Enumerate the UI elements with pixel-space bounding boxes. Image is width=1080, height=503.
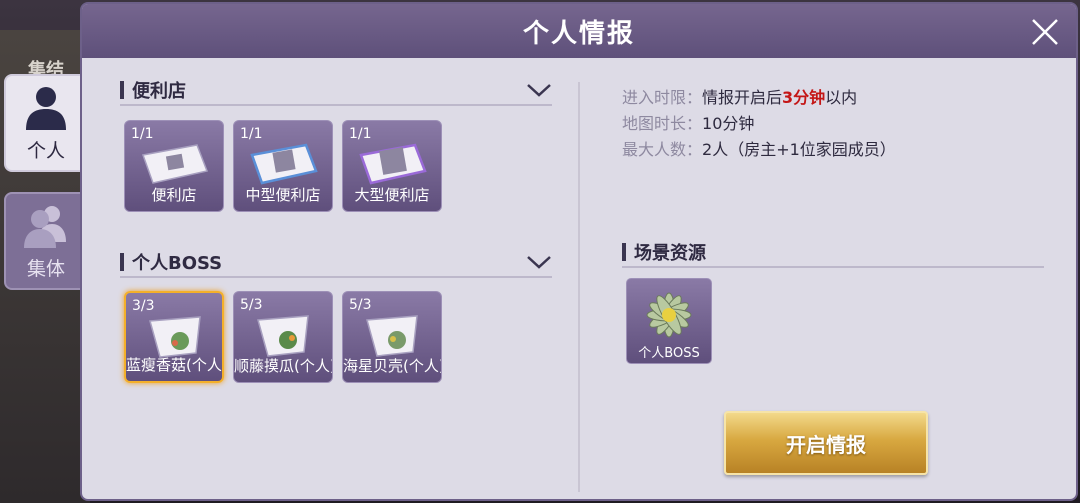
card-count: 5/3: [240, 297, 263, 313]
section-store-title: 便利店: [132, 81, 186, 102]
info-label: 最大人数：: [622, 140, 703, 159]
card-name: 便利店: [151, 186, 197, 204]
card-boss-mushroom[interactable]: 3/3 蓝瘦香菇(个人): [124, 291, 224, 383]
card-name: 海星贝壳(个人): [343, 357, 442, 375]
info-label: 地图时长：: [622, 114, 703, 133]
ticket-icon: [250, 143, 318, 185]
card-count: 1/1: [349, 126, 372, 142]
card-store-medium[interactable]: 1/1 中型便利店: [233, 120, 333, 212]
info-entry-time: 进入时限：情报开启后3分钟以内: [622, 84, 857, 108]
tab-personal-label: 个人: [26, 139, 65, 162]
chevron-down-icon[interactable]: [526, 254, 552, 270]
boss-ticket-icon: [257, 315, 309, 357]
panel-header: 个人情报: [82, 4, 1076, 58]
person-icon: [26, 86, 66, 130]
section-marker: [622, 243, 626, 261]
card-name: 顺藤摸瓜(个人): [234, 357, 333, 375]
intel-panel: 个人情报 便利店 1/1 便利店 1/1 中型便利店 1/1 大型便利店 个人B…: [82, 4, 1076, 499]
section-boss-title: 个人BOSS: [132, 253, 223, 274]
group-icon: [24, 205, 66, 248]
close-icon[interactable]: [1030, 17, 1060, 47]
info-value: 2人（房主+1位家园成员）: [702, 140, 896, 159]
card-boss-starfish[interactable]: 5/3 海星贝壳(个人): [342, 291, 442, 383]
card-count: 1/1: [131, 126, 154, 142]
card-store-large[interactable]: 1/1 大型便利店: [342, 120, 442, 212]
boss-ticket-icon: [366, 315, 418, 357]
card-count: 1/1: [240, 126, 263, 142]
section-marker: [120, 81, 124, 99]
card-boss-melon[interactable]: 5/3 顺藤摸瓜(个人): [233, 291, 333, 383]
flower-icon: [646, 292, 692, 338]
card-name: 蓝瘦香菇(个人): [126, 356, 224, 374]
section-marker: [120, 253, 124, 271]
info-max-players: 最大人数：2人（房主+1位家园成员）: [622, 136, 896, 160]
tab-group[interactable]: 集体: [4, 192, 88, 290]
chevron-down-icon[interactable]: [526, 82, 552, 98]
resource-item-boss[interactable]: 个人BOSS: [626, 278, 712, 364]
start-intel-label: 开启情报: [786, 432, 866, 457]
panel-divider: [578, 82, 580, 492]
card-store-small[interactable]: 1/1 便利店: [124, 120, 224, 212]
ticket-icon: [141, 144, 209, 184]
start-intel-button[interactable]: 开启情报: [724, 411, 928, 475]
card-name: 中型便利店: [245, 186, 321, 204]
panel-title: 个人情报: [522, 18, 635, 49]
resource-name: 个人BOSS: [638, 346, 700, 361]
info-value: 情报开启后: [702, 88, 783, 107]
info-value: 以内: [825, 88, 858, 107]
card-name: 大型便利店: [354, 186, 430, 204]
info-label: 进入时限：: [622, 88, 703, 107]
section-store[interactable]: 便利店: [120, 76, 552, 106]
card-count: 5/3: [349, 297, 372, 313]
section-resources-title: 场景资源: [634, 243, 706, 264]
info-map-duration: 地图时长：10分钟: [622, 110, 754, 134]
tab-group-label: 集体: [26, 257, 65, 280]
section-resources: 场景资源: [622, 238, 1044, 268]
boss-ticket-icon: [149, 316, 201, 358]
card-count: 3/3: [132, 298, 155, 314]
info-highlight: 3分钟: [782, 88, 826, 107]
tab-personal[interactable]: 个人: [4, 74, 88, 172]
ticket-icon: [359, 143, 427, 185]
section-boss[interactable]: 个人BOSS: [120, 248, 552, 278]
info-value: 10分钟: [702, 114, 755, 133]
